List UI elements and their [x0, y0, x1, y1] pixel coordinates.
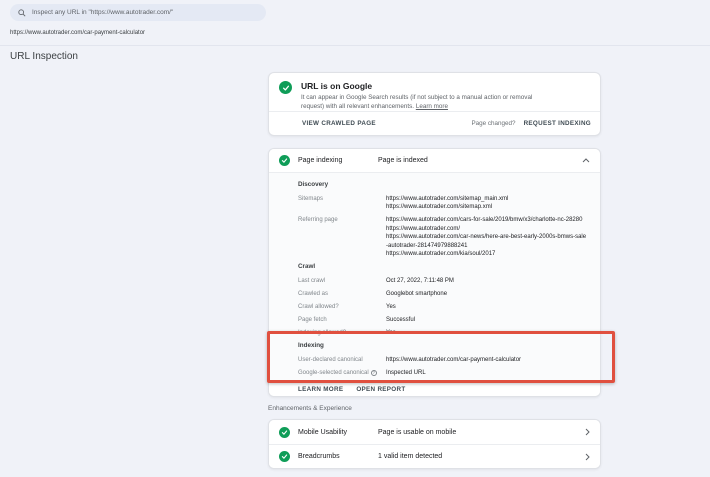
page-indexing-status: Page is indexed: [378, 157, 428, 164]
detail-row: Crawl allowed?Yes: [298, 303, 590, 311]
detail-value: https://www.autotrader.com/sitemap_main.…: [386, 195, 588, 203]
detail-value: https://www.autotrader.com/: [386, 225, 588, 233]
enhancement-check-icon: [279, 427, 290, 438]
detail-label: Page fetch: [298, 316, 386, 324]
detail-value: https://www.autotrader.com/sitemap.xml: [386, 203, 588, 211]
detail-values: Successful: [386, 316, 590, 324]
page-changed-label: Page changed?: [471, 120, 515, 127]
page-indexing-header[interactable]: Page indexing Page is indexed: [269, 149, 600, 173]
enhancement-title: Mobile Usability: [298, 429, 378, 436]
detail-row: User-declared canonicalhttps://www.autot…: [298, 356, 590, 364]
chevron-right-icon: [585, 423, 590, 441]
detail-row: Page fetchSuccessful: [298, 316, 590, 324]
detail-values: https://www.autotrader.com/sitemap_main.…: [386, 195, 590, 212]
detail-values: Googlebot smartphone: [386, 290, 590, 298]
detail-row: Indexing allowed?Yes: [298, 329, 590, 337]
detail-value: https://www.autotrader.com/car-news/here…: [386, 233, 588, 250]
enhancement-row-mobile-usability[interactable]: Mobile UsabilityPage is usable on mobile: [269, 420, 600, 444]
collapse-chevron-up-icon[interactable]: [582, 158, 590, 163]
enhancements-heading: Enhancements & Experience: [268, 405, 352, 412]
page-indexing-check-icon: [279, 155, 290, 166]
detail-label: Sitemaps: [298, 195, 386, 212]
section-heading-crawl: Crawl: [298, 263, 590, 270]
detail-value: Yes: [386, 303, 588, 311]
detail-value: Successful: [386, 316, 588, 324]
detail-row: Google-selected canonical?Inspected URL: [298, 369, 590, 377]
verdict-card: URL is on Google It can appear in Google…: [268, 72, 601, 136]
enhancement-title: Breadcrumbs: [298, 453, 378, 460]
detail-values: https://www.autotrader.com/cars-for-sale…: [386, 216, 590, 258]
learn-more-button[interactable]: LEARN MORE: [298, 386, 343, 393]
chevron-right-icon: [585, 448, 590, 466]
enhancements-card: Mobile UsabilityPage is usable on mobile…: [268, 419, 601, 469]
help-info-icon[interactable]: ?: [371, 370, 377, 376]
open-report-button[interactable]: OPEN REPORT: [356, 386, 405, 393]
enhancement-check-icon: [279, 451, 290, 462]
detail-label: User-declared canonical: [298, 356, 386, 364]
learn-more-link[interactable]: Learn more: [416, 103, 448, 110]
verdict-title: URL is on Google: [301, 81, 556, 91]
detail-label: Crawl allowed?: [298, 303, 386, 311]
enhancement-status: Page is usable on mobile: [378, 429, 456, 436]
page-indexing-details: DiscoverySitemapshttps://www.autotrader.…: [269, 173, 600, 381]
detail-value: Inspected URL: [386, 369, 588, 377]
section-heading-discovery: Discovery: [298, 181, 590, 188]
detail-label: Indexing allowed?: [298, 329, 386, 337]
detail-row: Crawled asGooglebot smartphone: [298, 290, 590, 298]
detail-value: https://www.autotrader.com/car-payment-c…: [386, 356, 588, 364]
search-icon: [18, 9, 26, 17]
enhancement-status: 1 valid item detected: [378, 453, 442, 460]
verdict-description: It can appear in Google Search results (…: [301, 94, 556, 111]
inspected-url: https://www.autotrader.com/car-payment-c…: [10, 30, 145, 36]
detail-values: Inspected URL: [386, 369, 590, 377]
search-placeholder: Inspect any URL in "https://www.autotrad…: [32, 9, 173, 16]
detail-values: Yes: [386, 329, 590, 337]
detail-row: Sitemapshttps://www.autotrader.com/sitem…: [298, 195, 590, 212]
section-heading-indexing: Indexing: [298, 342, 590, 349]
detail-values: https://www.autotrader.com/car-payment-c…: [386, 356, 590, 364]
detail-values: Oct 27, 2022, 7:11:48 PM: [386, 277, 590, 285]
url-search-input[interactable]: Inspect any URL in "https://www.autotrad…: [10, 4, 266, 21]
success-check-icon: [279, 81, 292, 94]
header-divider: [0, 45, 710, 46]
page-indexing-card: Page indexing Page is indexed Discovery S…: [268, 148, 601, 397]
detail-label: Google-selected canonical?: [298, 369, 386, 377]
request-indexing-button[interactable]: REQUEST INDEXING: [524, 120, 591, 127]
enhancement-row-breadcrumbs[interactable]: Breadcrumbs1 valid item detected: [269, 444, 600, 468]
detail-row: Referring pagehttps://www.autotrader.com…: [298, 216, 590, 258]
detail-row: Last crawlOct 27, 2022, 7:11:48 PM: [298, 277, 590, 285]
url-inspection-page: Inspect any URL in "https://www.autotrad…: [0, 0, 710, 477]
detail-label: Last crawl: [298, 277, 386, 285]
detail-value: Yes: [386, 329, 588, 337]
detail-value: Oct 27, 2022, 7:11:48 PM: [386, 277, 588, 285]
page-indexing-title: Page indexing: [298, 157, 378, 164]
detail-value: Googlebot smartphone: [386, 290, 588, 298]
detail-values: Yes: [386, 303, 590, 311]
page-title: URL Inspection: [10, 51, 78, 62]
detail-value: https://www.autotrader.com/cars-for-sale…: [386, 216, 588, 224]
detail-label: Referring page: [298, 216, 386, 258]
detail-label: Crawled as: [298, 290, 386, 298]
detail-value: https://www.autotrader.com/kia/soul/2017: [386, 250, 588, 258]
view-crawled-page-button[interactable]: VIEW CRAWLED PAGE: [302, 120, 376, 127]
